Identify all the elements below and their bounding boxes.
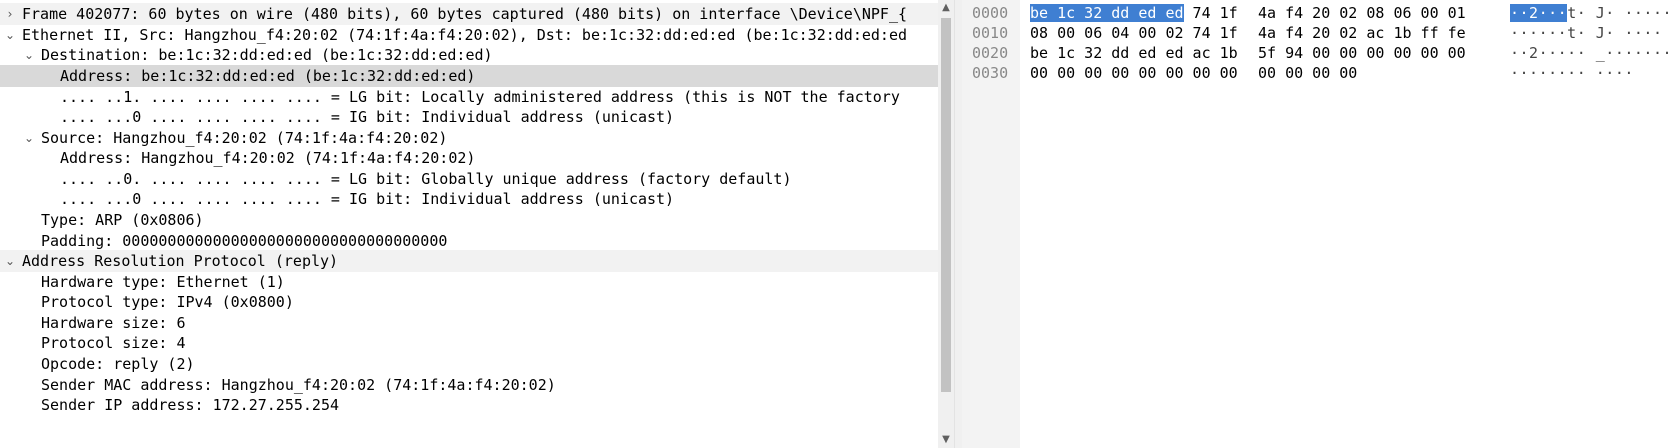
tree-row-opcode[interactable]: Opcode: reply (2) (0, 353, 938, 375)
tree-row-source-address[interactable]: Address: Hangzhou_f4:20:02 (74:1f:4a:f4:… (0, 147, 938, 169)
collapse-arrow-icon[interactable]: ⌄ (2, 250, 18, 272)
tree-row-sender-mac[interactable]: Sender MAC address: Hangzhou_f4:20:02 (7… (0, 374, 938, 396)
details-scrollbar[interactable]: ▲ ▼ (938, 0, 954, 448)
byte-offset: 0010 (972, 24, 1009, 42)
tree-row-label: Type: ARP (0x0806) (41, 211, 204, 229)
tree-row-label: Destination: be:1c:32:dd:ed:ed (be:1c:32… (41, 46, 493, 64)
hex-bytes-group-1[interactable]: 08 00 06 04 00 02 74 1f (1030, 22, 1238, 44)
tree-row-label: Sender IP address: 172.27.255.254 (41, 396, 340, 414)
ascii-bytes[interactable]: ··2····· _······· (1510, 42, 1671, 64)
selected-ascii-bytes[interactable]: ··2··· (1510, 4, 1568, 22)
tree-row-label: Address: Hangzhou_f4:20:02 (74:1f:4a:f4:… (60, 149, 476, 167)
hex-bytes[interactable]: 74 1f (1184, 4, 1238, 22)
tree-row-lg-bit[interactable]: .... ..1. .... .... .... .... = LG bit: … (0, 86, 938, 108)
tree-row-lg-bit[interactable]: .... ..0. .... .... .... .... = LG bit: … (0, 168, 938, 190)
tree-row-type[interactable]: Type: ARP (0x0806) (0, 209, 938, 231)
packet-details-pane[interactable]: › Frame 402077: 60 bytes on wire (480 bi… (0, 0, 938, 448)
tree-row-label: .... ..1. .... .... .... .... = LG bit: … (60, 88, 900, 106)
tree-row-label: .... ..0. .... .... .... .... = LG bit: … (60, 170, 792, 188)
hex-bytes-group-1[interactable]: 00 00 00 00 00 00 00 00 (1030, 62, 1238, 84)
tree-row-label: Protocol type: IPv4 (0x0800) (41, 293, 294, 311)
hex-bytes-group-2[interactable]: 4a f4 20 02 08 06 00 01 (1258, 2, 1466, 24)
tree-row-hardware-type[interactable]: Hardware type: Ethernet (1) (0, 271, 938, 293)
byte-offset: 0000 (972, 4, 1009, 22)
tree-row-destination-address[interactable]: Address: be:1c:32:dd:ed:ed (be:1c:32:dd:… (0, 65, 938, 87)
tree-row-hardware-size[interactable]: Hardware size: 6 (0, 312, 938, 334)
selected-hex-bytes[interactable]: be 1c 32 dd ed ed (1030, 4, 1184, 22)
tree-row-source[interactable]: ⌄ Source: Hangzhou_f4:20:02 (74:1f:4a:f4… (0, 127, 938, 149)
tree-row-ig-bit[interactable]: .... ...0 .... .... .... .... = IG bit: … (0, 188, 938, 210)
tree-row-label: Address: be:1c:32:dd:ed:ed (be:1c:32:dd:… (60, 67, 476, 85)
hex-bytes-group-1[interactable]: be 1c 32 dd ed ed 74 1f (1030, 2, 1238, 24)
tree-row-protocol-size[interactable]: Protocol size: 4 (0, 332, 938, 354)
pane-splitter[interactable] (954, 0, 962, 448)
hex-bytes-group-2[interactable]: 5f 94 00 00 00 00 00 00 (1258, 42, 1466, 64)
tree-row-label: Source: Hangzhou_f4:20:02 (74:1f:4a:f4:2… (41, 129, 448, 147)
tree-row-label: Protocol size: 4 (41, 334, 186, 352)
tree-row-label: Opcode: reply (2) (41, 355, 195, 373)
tree-row-ig-bit[interactable]: .... ...0 .... .... .... .... = IG bit: … (0, 106, 938, 128)
tree-row-label: Hardware size: 6 (41, 314, 186, 332)
byte-offset: 0020 (972, 44, 1009, 62)
tree-row-label: Address Resolution Protocol (reply) (22, 252, 339, 270)
scroll-down-arrow-icon[interactable]: ▼ (938, 432, 954, 448)
collapse-arrow-icon[interactable]: ⌄ (21, 44, 37, 66)
hex-bytes-group-2[interactable]: 4a f4 20 02 ac 1b ff fe (1258, 22, 1466, 44)
ascii-bytes-rest[interactable]: t· J· ····· (1567, 4, 1671, 22)
tree-row-label: .... ...0 .... .... .... .... = IG bit: … (60, 108, 675, 126)
ascii-bytes[interactable]: ······t· J· ···· (1510, 22, 1663, 44)
ascii-bytes[interactable]: ········ ···· (1510, 62, 1634, 84)
tree-row-frame[interactable]: › Frame 402077: 60 bytes on wire (480 bi… (0, 3, 938, 25)
tree-row-destination[interactable]: ⌄ Destination: be:1c:32:dd:ed:ed (be:1c:… (0, 44, 938, 66)
tree-row-protocol-type[interactable]: Protocol type: IPv4 (0x0800) (0, 291, 938, 313)
hex-bytes-group-1[interactable]: be 1c 32 dd ed ed ac 1b (1030, 42, 1238, 64)
tree-row-label: Ethernet II, Src: Hangzhou_f4:20:02 (74:… (22, 26, 908, 44)
tree-row-label: Sender MAC address: Hangzhou_f4:20:02 (7… (41, 376, 556, 394)
wireshark-window: › Frame 402077: 60 bytes on wire (480 bi… (0, 0, 1671, 448)
tree-row-label: .... ...0 .... .... .... .... = IG bit: … (60, 190, 675, 208)
hex-bytes-group-2[interactable]: 00 00 00 00 (1258, 62, 1357, 84)
tree-row-ethernet[interactable]: ⌄ Ethernet II, Src: Hangzhou_f4:20:02 (7… (0, 24, 938, 46)
tree-row-label: Hardware type: Ethernet (1) (41, 273, 285, 291)
tree-row-label: Frame 402077: 60 bytes on wire (480 bits… (22, 5, 908, 23)
scroll-up-arrow-icon[interactable]: ▲ (938, 0, 954, 16)
expand-arrow-icon[interactable]: › (2, 3, 18, 25)
packet-bytes-pane[interactable]: 0000 be 1c 32 dd ed ed 74 1f 4a f4 20 02… (962, 0, 1671, 448)
tree-row-padding[interactable]: Padding: 0000000000000000000000000000000… (0, 230, 938, 252)
collapse-arrow-icon[interactable]: ⌄ (21, 127, 37, 149)
tree-row-sender-ip[interactable]: Sender IP address: 172.27.255.254 (0, 394, 938, 416)
tree-row-label: Padding: 0000000000000000000000000000000… (41, 232, 448, 250)
collapse-arrow-icon[interactable]: ⌄ (2, 24, 18, 46)
ascii-bytes[interactable]: ··2···t· J· ····· (1510, 2, 1671, 24)
scrollbar-thumb[interactable] (941, 18, 951, 392)
tree-row-arp[interactable]: ⌄ Address Resolution Protocol (reply) (0, 250, 938, 272)
byte-offset: 0030 (972, 64, 1009, 82)
